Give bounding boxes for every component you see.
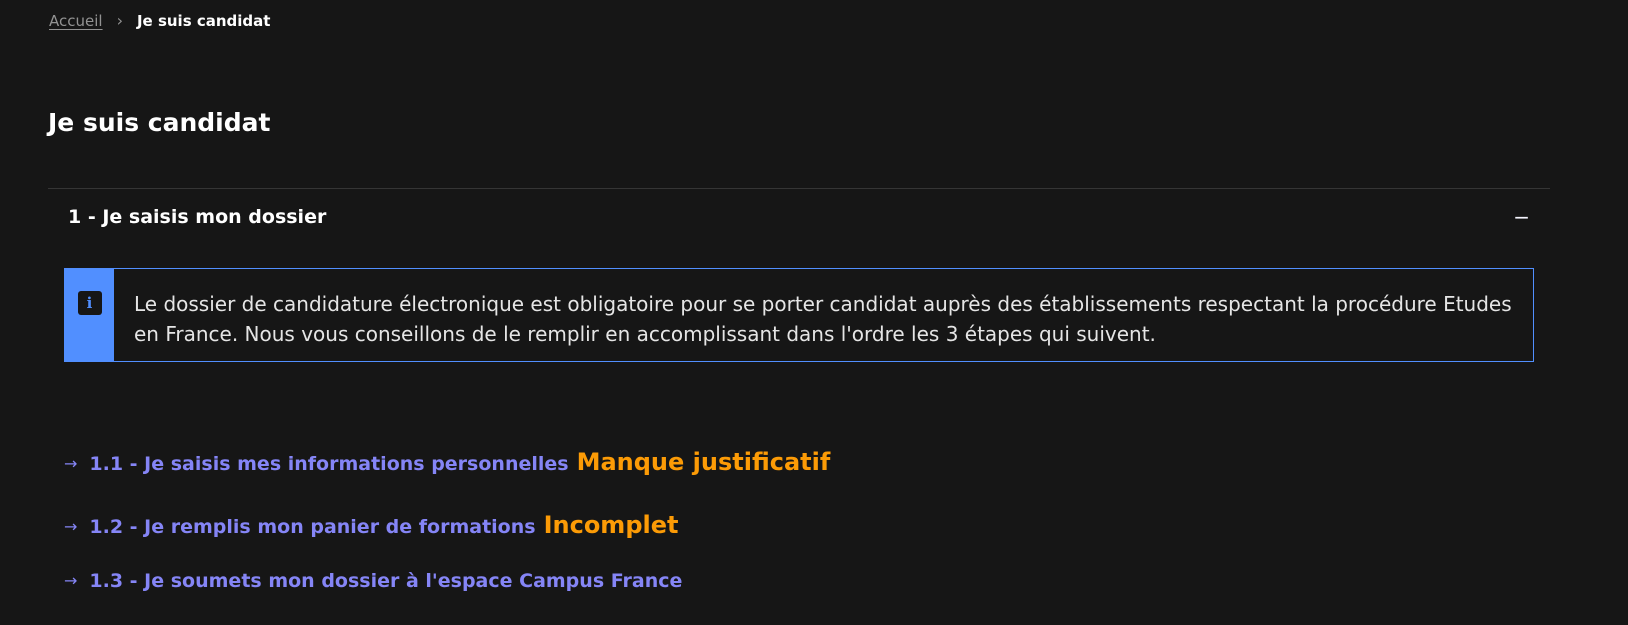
- breadcrumb-home-link[interactable]: Accueil: [49, 10, 103, 32]
- step-label: 1.1 - Je saisis mes informations personn…: [89, 453, 569, 475]
- step-label: 1.2 - Je remplis mon panier de formation…: [89, 516, 536, 538]
- notice-text: Le dossier de candidature électronique e…: [134, 292, 1512, 346]
- step-label: 1.3 - Je soumets mon dossier à l'espace …: [89, 570, 683, 592]
- step-link-training-cart[interactable]: → 1.2 - Je remplis mon panier de formati…: [64, 511, 678, 539]
- info-icon: i: [77, 291, 102, 315]
- breadcrumb-current: Je suis candidat: [136, 12, 271, 30]
- status-badge: Manque justificatif: [576, 448, 831, 476]
- accordion: 1 - Je saisis mon dossier − i Le dossier…: [48, 188, 1550, 362]
- step-link-submit-campus-france[interactable]: → 1.3 - Je soumets mon dossier à l'espac…: [64, 570, 682, 592]
- arrow-right-icon: →: [64, 517, 78, 536]
- page-title: Je suis candidat: [48, 108, 271, 137]
- accordion-header[interactable]: 1 - Je saisis mon dossier −: [48, 189, 1550, 245]
- notice-accent-bar: i: [65, 269, 114, 361]
- arrow-right-icon: →: [64, 571, 78, 590]
- collapse-icon[interactable]: −: [1513, 205, 1530, 229]
- page: Accueil › Je suis candidat Je suis candi…: [0, 0, 1628, 625]
- status-badge: Incomplet: [543, 511, 679, 539]
- arrow-right-icon: →: [64, 454, 78, 473]
- accordion-title: 1 - Je saisis mon dossier: [68, 206, 327, 228]
- breadcrumb: Accueil › Je suis candidat: [49, 10, 270, 32]
- chevron-right-icon: ›: [116, 11, 123, 30]
- info-notice: i Le dossier de candidature électronique…: [64, 268, 1534, 362]
- step-link-personal-info[interactable]: → 1.1 - Je saisis mes informations perso…: [64, 448, 830, 476]
